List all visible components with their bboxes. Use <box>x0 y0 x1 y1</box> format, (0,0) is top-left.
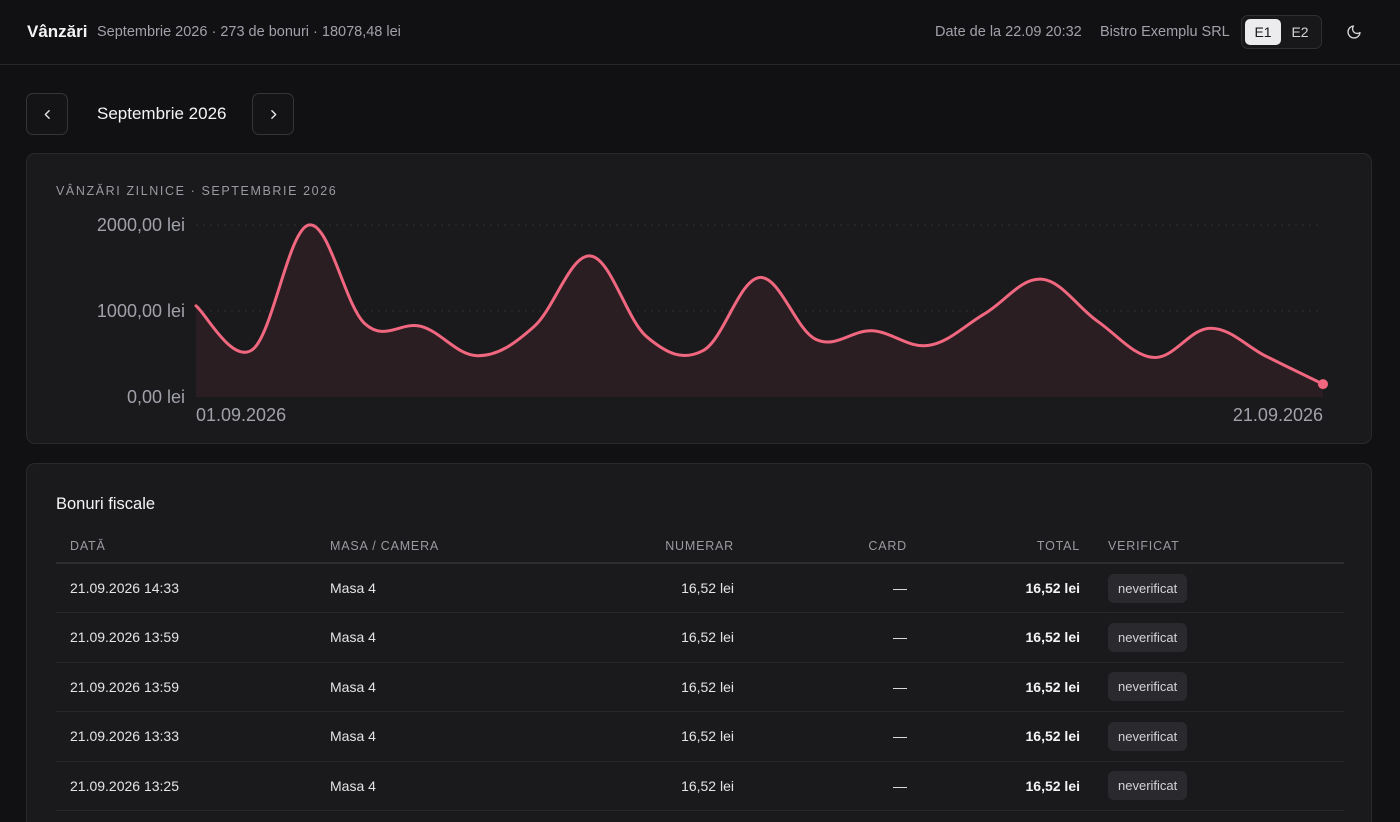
cell-card: — <box>734 662 907 712</box>
terminal-e1-button[interactable]: E1 <box>1245 19 1281 45</box>
table-row[interactable]: 21.09.2026 13:33 Masa 4 16,52 lei — 16,5… <box>56 711 1344 762</box>
terminal-switch: E1 E2 <box>1241 15 1322 49</box>
cell-cash: 16,52 lei <box>580 612 734 663</box>
cell-card: — <box>734 761 907 811</box>
cell-card: — <box>734 711 907 762</box>
receipts-card: Bonuri fiscale DATĂ MASA / CAMERA NUMERA… <box>26 463 1372 822</box>
cell-table: Masa 4 <box>330 711 580 762</box>
chevron-left-icon <box>44 110 50 119</box>
receipts-table: DATĂ MASA / CAMERA NUMERAR CARD TOTAL VE… <box>56 530 1344 811</box>
table-row[interactable]: 21.09.2026 13:59 Masa 4 16,52 lei — 16,5… <box>56 612 1344 663</box>
receipts-title: Bonuri fiscale <box>56 495 156 513</box>
chevron-right-icon <box>271 110 277 119</box>
column-header-cash[interactable]: NUMERAR <box>580 530 734 564</box>
moon-icon <box>1347 25 1361 39</box>
cell-date: 21.09.2026 13:25 <box>56 761 330 811</box>
cell-card: — <box>734 612 907 663</box>
cell-table: Masa 4 <box>330 761 580 811</box>
daily-sales-chart: 2000,00 lei 1000,00 lei 0,00 lei 01.09.2026… <box>97 215 1328 425</box>
status-badge[interactable]: neverificat <box>1108 622 1188 652</box>
cell-total: 16,52 lei <box>907 612 1080 663</box>
cell-verified: neverificat <box>1080 761 1344 811</box>
last-updated-text: Date de la 22.09 20:32 <box>935 24 1082 40</box>
cell-cash: 16,52 lei <box>580 662 734 712</box>
cell-table: Masa 4 <box>330 563 580 613</box>
terminal-e2-button[interactable]: E2 <box>1282 19 1318 45</box>
last-point <box>1318 379 1328 390</box>
next-month-button[interactable] <box>252 93 294 135</box>
cell-table: Masa 4 <box>330 612 580 663</box>
current-month-label: Septembrie 2026 <box>97 104 227 123</box>
column-header-verified[interactable]: VERIFICAT <box>1080 530 1344 564</box>
column-header-table[interactable]: MASA / CAMERA <box>330 530 580 564</box>
cell-verified: neverificat <box>1080 612 1344 663</box>
y-tick-label: 0,00 lei <box>127 387 185 407</box>
table-row[interactable]: 21.09.2026 13:25 Masa 4 16,52 lei — 16,5… <box>56 761 1344 811</box>
cell-total: 16,52 lei <box>907 761 1080 811</box>
y-tick-label: 2000,00 lei <box>97 215 185 235</box>
cell-date: 21.09.2026 13:59 <box>56 612 330 663</box>
cell-date: 21.09.2026 13:59 <box>56 662 330 712</box>
table-row[interactable]: 21.09.2026 14:33 Masa 4 16,52 lei — 16,5… <box>56 563 1344 613</box>
cell-verified: neverificat <box>1080 662 1344 712</box>
cell-cash: 16,52 lei <box>580 761 734 811</box>
x-tick-label: 01.09.2026 <box>196 405 286 425</box>
y-tick-label: 1000,00 lei <box>97 301 185 321</box>
cell-verified: neverificat <box>1080 711 1344 762</box>
cell-date: 21.09.2026 14:33 <box>56 563 330 613</box>
cell-table: Masa 4 <box>330 662 580 712</box>
status-badge[interactable]: neverificat <box>1108 771 1188 801</box>
cell-cash: 16,52 lei <box>580 563 734 613</box>
x-tick-label: 21.09.2026 <box>1233 405 1323 425</box>
previous-month-button[interactable] <box>26 93 68 135</box>
cell-total: 16,52 lei <box>907 662 1080 712</box>
column-header-total[interactable]: TOTAL <box>907 530 1080 564</box>
company-name: Bistro Exemplu SRL <box>1100 24 1230 40</box>
cell-total: 16,52 lei <box>907 711 1080 762</box>
daily-sales-chart-card: VÂNZĂRI ZILNICE · SEPTEMBRIE 2026 2000,0… <box>26 153 1372 444</box>
top-bar: Vânzări Septembrie 2026 · 273 de bonuri … <box>0 0 1400 65</box>
cell-cash: 16,52 lei <box>580 711 734 762</box>
page-title: Vânzări <box>27 22 88 41</box>
theme-toggle-button[interactable] <box>1340 18 1368 46</box>
cell-date: 21.09.2026 13:33 <box>56 711 330 762</box>
table-header-row: DATĂ MASA / CAMERA NUMERAR CARD TOTAL VE… <box>56 530 1344 564</box>
status-badge[interactable]: neverificat <box>1108 573 1188 603</box>
cell-total: 16,52 lei <box>907 563 1080 613</box>
summary-text: Septembrie 2026 · 273 de bonuri · 18078,… <box>97 24 401 40</box>
status-badge[interactable]: neverificat <box>1108 721 1188 751</box>
cell-card: — <box>734 563 907 613</box>
status-badge[interactable]: neverificat <box>1108 672 1188 702</box>
column-header-date[interactable]: DATĂ <box>56 530 330 564</box>
column-header-card[interactable]: CARD <box>734 530 907 564</box>
cell-verified: neverificat <box>1080 563 1344 613</box>
table-row[interactable]: 21.09.2026 13:59 Masa 4 16,52 lei — 16,5… <box>56 662 1344 712</box>
